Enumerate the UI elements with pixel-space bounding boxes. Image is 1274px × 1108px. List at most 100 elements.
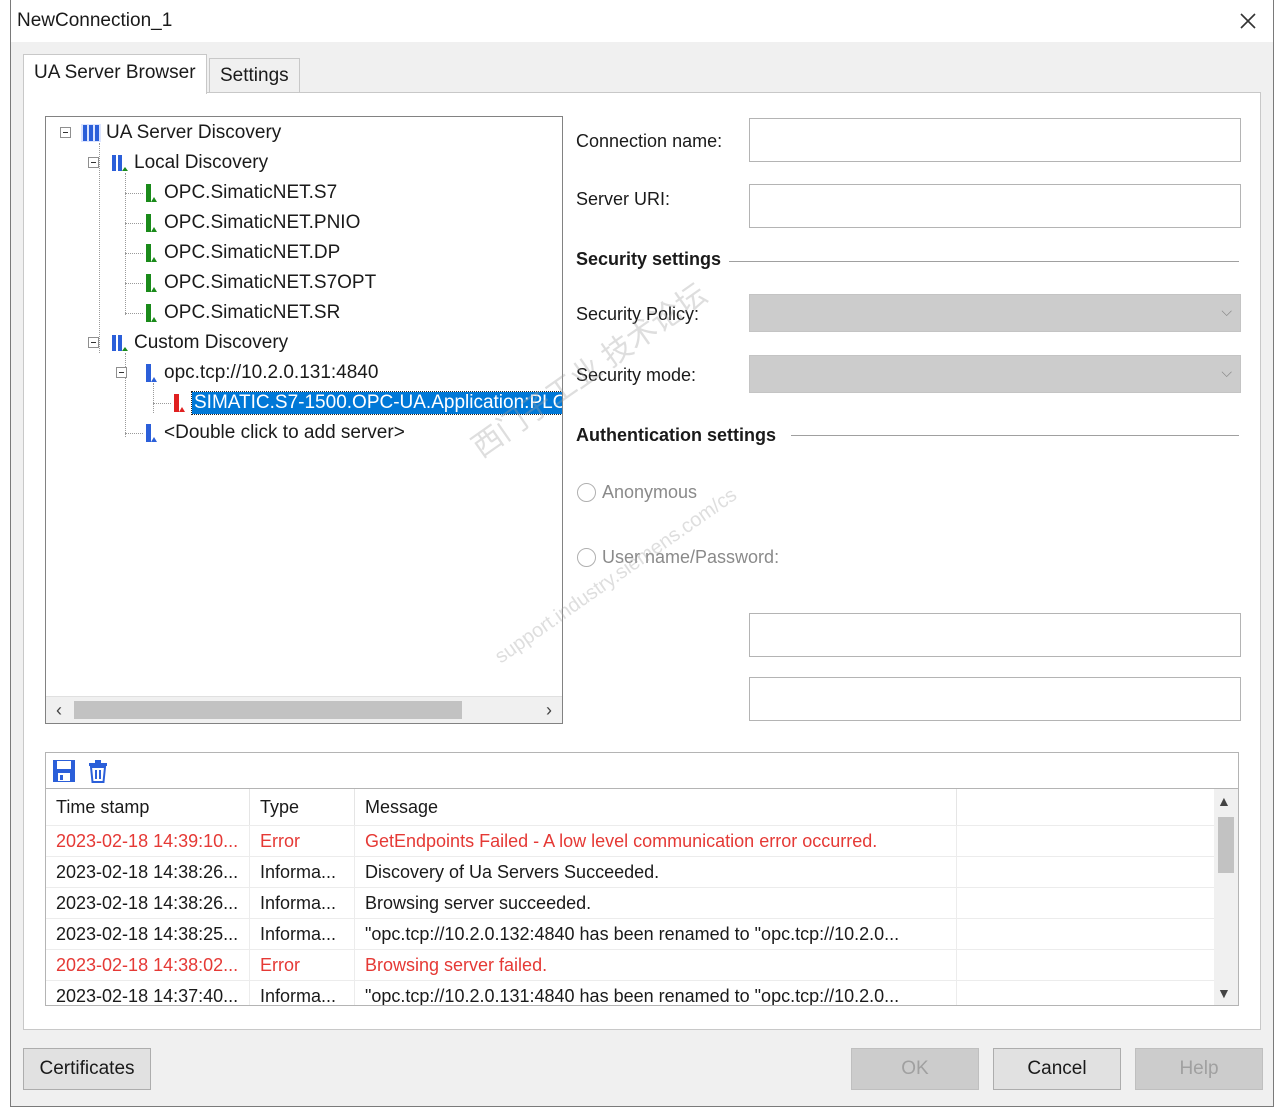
server-uri-label: Server URI: [576, 189, 671, 209]
discovery-icon [110, 152, 130, 174]
log-cell-message: Discovery of Ua Servers Succeeded. [355, 857, 957, 888]
server-icon [142, 242, 160, 264]
tree-node-custom-discovery[interactable]: Custom Discovery [110, 329, 288, 357]
tree-node-root[interactable]: UA Server Discovery [80, 119, 281, 147]
log-cell-time: 2023-02-18 14:38:25... [46, 919, 250, 950]
save-icon [53, 760, 75, 782]
close-icon [1240, 13, 1256, 29]
password-field[interactable] [749, 677, 1241, 721]
log-cell-time: 2023-02-18 14:38:02... [46, 950, 250, 981]
trash-icon [89, 760, 107, 783]
help-button[interactable]: Help [1135, 1048, 1263, 1090]
column-header-time[interactable]: Time stamp [46, 789, 250, 825]
horizontal-scrollbar[interactable]: ‹ › [46, 696, 562, 723]
log-cell-time: 2023-02-18 14:38:26... [46, 888, 250, 919]
username-password-radio[interactable]: User name/Password: [577, 547, 779, 568]
radio-circle-icon [577, 548, 596, 567]
tab-ua-server-browser[interactable]: UA Server Browser [23, 54, 207, 94]
tree-node-server[interactable]: OPC.SimaticNET.S7 [142, 179, 337, 207]
security-policy-select[interactable]: ⌵ [749, 294, 1241, 332]
server-icon [142, 422, 160, 444]
log-cell-type: Error [250, 826, 355, 857]
server-icon [142, 362, 160, 384]
tab-settings[interactable]: Settings [209, 58, 300, 92]
server-uri-field[interactable] [749, 184, 1241, 228]
log-row[interactable]: 2023-02-18 14:38:02... Error Browsing serv… [46, 949, 1214, 981]
security-settings-heading: Security settings [576, 249, 722, 269]
expander-custom-server[interactable] [116, 367, 127, 378]
authentication-settings-heading: Authentication settings [576, 425, 777, 445]
log-cell-message: Browsing server succeeded. [355, 888, 957, 919]
tree-label: OPC.SimaticNET.PNIO [164, 212, 361, 233]
username-field[interactable] [749, 613, 1241, 657]
tree-label: OPC.SimaticNET.SR [164, 302, 341, 323]
tree-node-custom-server[interactable]: opc.tcp://10.2.0.131:4840 [142, 359, 378, 387]
close-button[interactable] [1231, 4, 1265, 38]
column-header-message[interactable]: Message [355, 789, 957, 825]
scrollbar-thumb[interactable] [74, 701, 462, 719]
tree-node-server[interactable]: OPC.SimaticNET.PNIO [142, 209, 360, 237]
log-cell-message: Browsing server failed. [355, 950, 957, 981]
expander-local[interactable] [88, 157, 99, 168]
log-row[interactable]: 2023-02-18 14:37:40... Informa... "opc.tcp… [46, 980, 1214, 1005]
divider [729, 261, 1239, 262]
save-log-button[interactable] [52, 759, 78, 785]
tree-node-local-discovery[interactable]: Local Discovery [110, 149, 268, 177]
ok-button[interactable]: OK [851, 1048, 979, 1090]
tree-node-server[interactable]: OPC.SimaticNET.SR [142, 299, 340, 327]
chevron-down-icon: ⌵ [1221, 364, 1232, 380]
certificates-button[interactable]: Certificates [23, 1048, 151, 1090]
server-icon [142, 302, 160, 324]
clear-log-button[interactable] [86, 759, 112, 785]
scroll-down-icon[interactable]: ▼ [1217, 985, 1231, 1001]
log-row[interactable]: 2023-02-18 14:38:25... Informa... "opc.tcp… [46, 918, 1214, 950]
connection-name-field[interactable] [749, 118, 1241, 162]
security-mode-select[interactable]: ⌵ [749, 355, 1241, 393]
tree-node-add-server[interactable]: <Double click to add server> [142, 419, 405, 447]
cancel-button[interactable]: Cancel [993, 1048, 1121, 1090]
log-row[interactable]: 2023-02-18 14:39:10... Error GetEndpoints … [46, 825, 1214, 857]
log-row[interactable]: 2023-02-18 14:38:26... Informa... Browsing… [46, 887, 1214, 919]
tree-label: OPC.SimaticNET.S7OPT [164, 272, 377, 293]
anonymous-radio[interactable]: Anonymous [577, 482, 697, 503]
scroll-right-icon[interactable]: › [538, 700, 560, 721]
discovery-icon [110, 332, 130, 354]
log-cell-message: "opc.tcp://10.2.0.131:4840 has been rena… [355, 981, 957, 1005]
column-header-type[interactable]: Type [250, 789, 355, 825]
tree-label: Custom Discovery [134, 332, 289, 353]
log-header: Time stamp Type Message [46, 789, 1214, 825]
username-password-label: User name/Password: [602, 547, 780, 567]
expander-custom[interactable] [88, 337, 99, 348]
server-icon [142, 212, 160, 234]
tree-label: UA Server Discovery [106, 122, 282, 143]
log-cell-message: "opc.tcp://10.2.0.132:4840 has been rena… [355, 919, 957, 950]
log-cell-time: 2023-02-18 14:37:40... [46, 981, 250, 1005]
tree-node-server[interactable]: OPC.SimaticNET.S7OPT [142, 269, 376, 297]
log-row[interactable]: 2023-02-18 14:38:26... Informa... Discover… [46, 856, 1214, 888]
security-mode-label: Security mode: [576, 365, 697, 385]
scroll-up-icon[interactable]: ▲ [1217, 793, 1231, 809]
server-icon [142, 272, 160, 294]
window-title: NewConnection_1 [17, 10, 173, 31]
anonymous-label: Anonymous [602, 482, 698, 502]
tree-node-server[interactable]: OPC.SimaticNET.DP [142, 239, 340, 267]
log-cell-type: Error [250, 950, 355, 981]
scrollbar-thumb[interactable] [1218, 817, 1234, 873]
vertical-scrollbar[interactable]: ▲ ▼ [1214, 789, 1238, 1005]
server-tree[interactable]: UA Server Discovery Local Discovery OPC.… [45, 116, 563, 724]
connection-name-label: Connection name: [576, 131, 723, 151]
tree-label: OPC.SimaticNET.DP [164, 242, 341, 263]
chevron-down-icon: ⌵ [1221, 303, 1232, 319]
tree-node-selected-application[interactable]: SIMATIC.S7-1500.OPC-UA.Application:PLC [170, 389, 562, 417]
scroll-left-icon[interactable]: ‹ [48, 700, 70, 721]
title-bar: NewConnection_1 [11, 0, 1273, 42]
radio-circle-icon [577, 483, 596, 502]
tree-label: SIMATIC.S7-1500.OPC-UA.Application:PLC [190, 391, 562, 415]
log-table: Time stamp Type Message 2023-02-18 14:39… [45, 788, 1239, 1006]
log-cell-time: 2023-02-18 14:38:26... [46, 857, 250, 888]
log-cell-type: Informa... [250, 857, 355, 888]
expander-root[interactable] [60, 127, 71, 138]
log-cell-message: GetEndpoints Failed - A low level commun… [355, 826, 957, 857]
divider [791, 435, 1239, 436]
tree-label: Local Discovery [134, 152, 269, 173]
